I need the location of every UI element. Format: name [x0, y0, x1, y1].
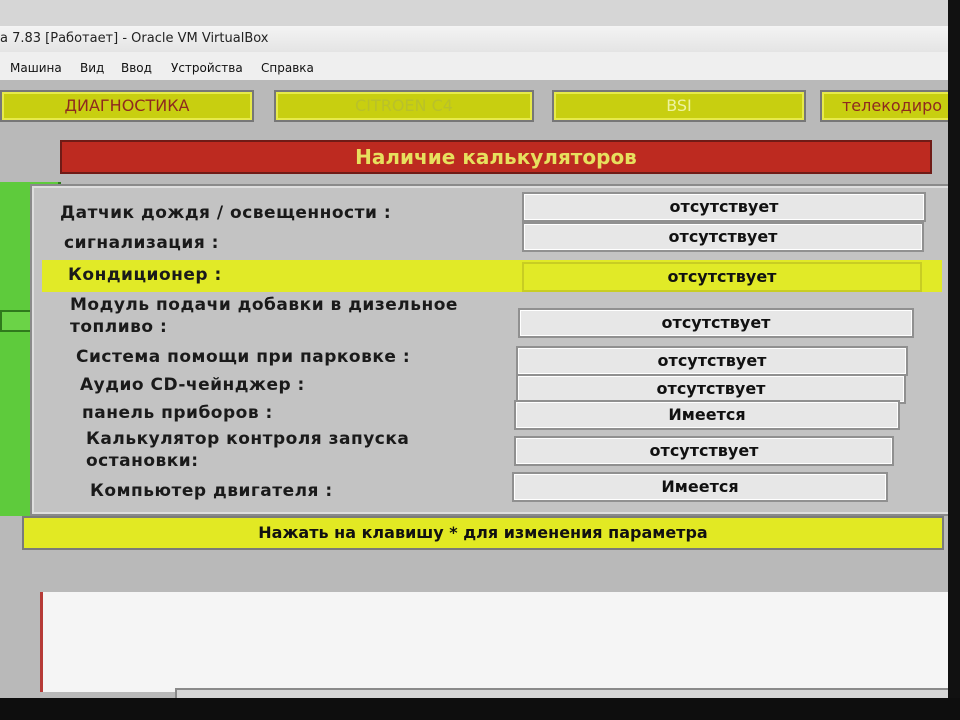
row-value-start-stop-calculator[interactable]: отсутствует [514, 436, 894, 466]
tab-telecoding[interactable]: телекодиро [820, 90, 960, 122]
hint-bar: Нажать на клавишу * для изменения параме… [22, 516, 944, 550]
row-value-parking-assist[interactable]: отсутствует [516, 346, 908, 376]
tab-diagnostics[interactable]: ДИАГНОСТИКА [0, 90, 254, 122]
lower-empty-area [40, 592, 953, 692]
monitor-bezel-bottom [0, 698, 960, 720]
monitor-bezel-right [948, 0, 960, 720]
menu-item-help[interactable]: Справка [261, 61, 314, 75]
row-label-air-conditioner: Кондиционер : [68, 265, 222, 285]
row-value-engine-computer[interactable]: Имеется [512, 472, 888, 502]
menu-bar: Машина Вид Ввод Устройства Справка [0, 52, 960, 80]
row-value-rain-sensor[interactable]: отсутствует [522, 192, 926, 222]
row-label-start-stop-calculator: Калькулятор контроля запуска остановки: [86, 429, 410, 471]
row-label-alarm: сигнализация : [64, 233, 219, 253]
diagnostic-app: ДИАГНОСТИКА CITROEN C4 BSI телекодиро На… [0, 80, 960, 700]
window-title: а 7.83 [Работает] - Oracle VM VirtualBox [0, 31, 269, 46]
window-titlebar: а 7.83 [Работает] - Oracle VM VirtualBox [0, 26, 960, 52]
row-label-diesel-additive: Модуль подачи добавки в дизельное топлив… [70, 295, 458, 337]
row-value-alarm[interactable]: отсутствует [522, 222, 924, 252]
row-value-diesel-additive[interactable]: отсутствует [518, 308, 914, 338]
row-value-instrument-panel[interactable]: Имеется [514, 400, 900, 430]
vm-screen: а 7.83 [Работает] - Oracle VM VirtualBox… [0, 0, 960, 700]
menu-item-devices[interactable]: Устройства [171, 61, 243, 75]
row-label-engine-computer: Компьютер двигателя : [90, 481, 333, 501]
row-label-instrument-panel: панель приборов : [82, 403, 273, 423]
calculators-panel: Датчик дождя / освещенности : отсутствуе… [30, 184, 952, 516]
row-label-rain-sensor: Датчик дождя / освещенности : [60, 203, 392, 223]
menu-item-view[interactable]: Вид [80, 61, 104, 75]
page-title: Наличие калькуляторов [60, 140, 932, 174]
row-label-parking-assist: Система помощи при парковке : [76, 347, 411, 367]
row-value-air-conditioner[interactable]: отсутствует [522, 262, 922, 292]
tab-bsi[interactable]: BSI [552, 90, 806, 122]
tab-citroen-c4[interactable]: CITROEN C4 [274, 90, 534, 122]
row-label-cd-changer: Аудио CD-чейнджер : [80, 375, 305, 395]
menu-item-input[interactable]: Ввод [121, 61, 152, 75]
menu-item-machine[interactable]: Машина [10, 61, 62, 75]
